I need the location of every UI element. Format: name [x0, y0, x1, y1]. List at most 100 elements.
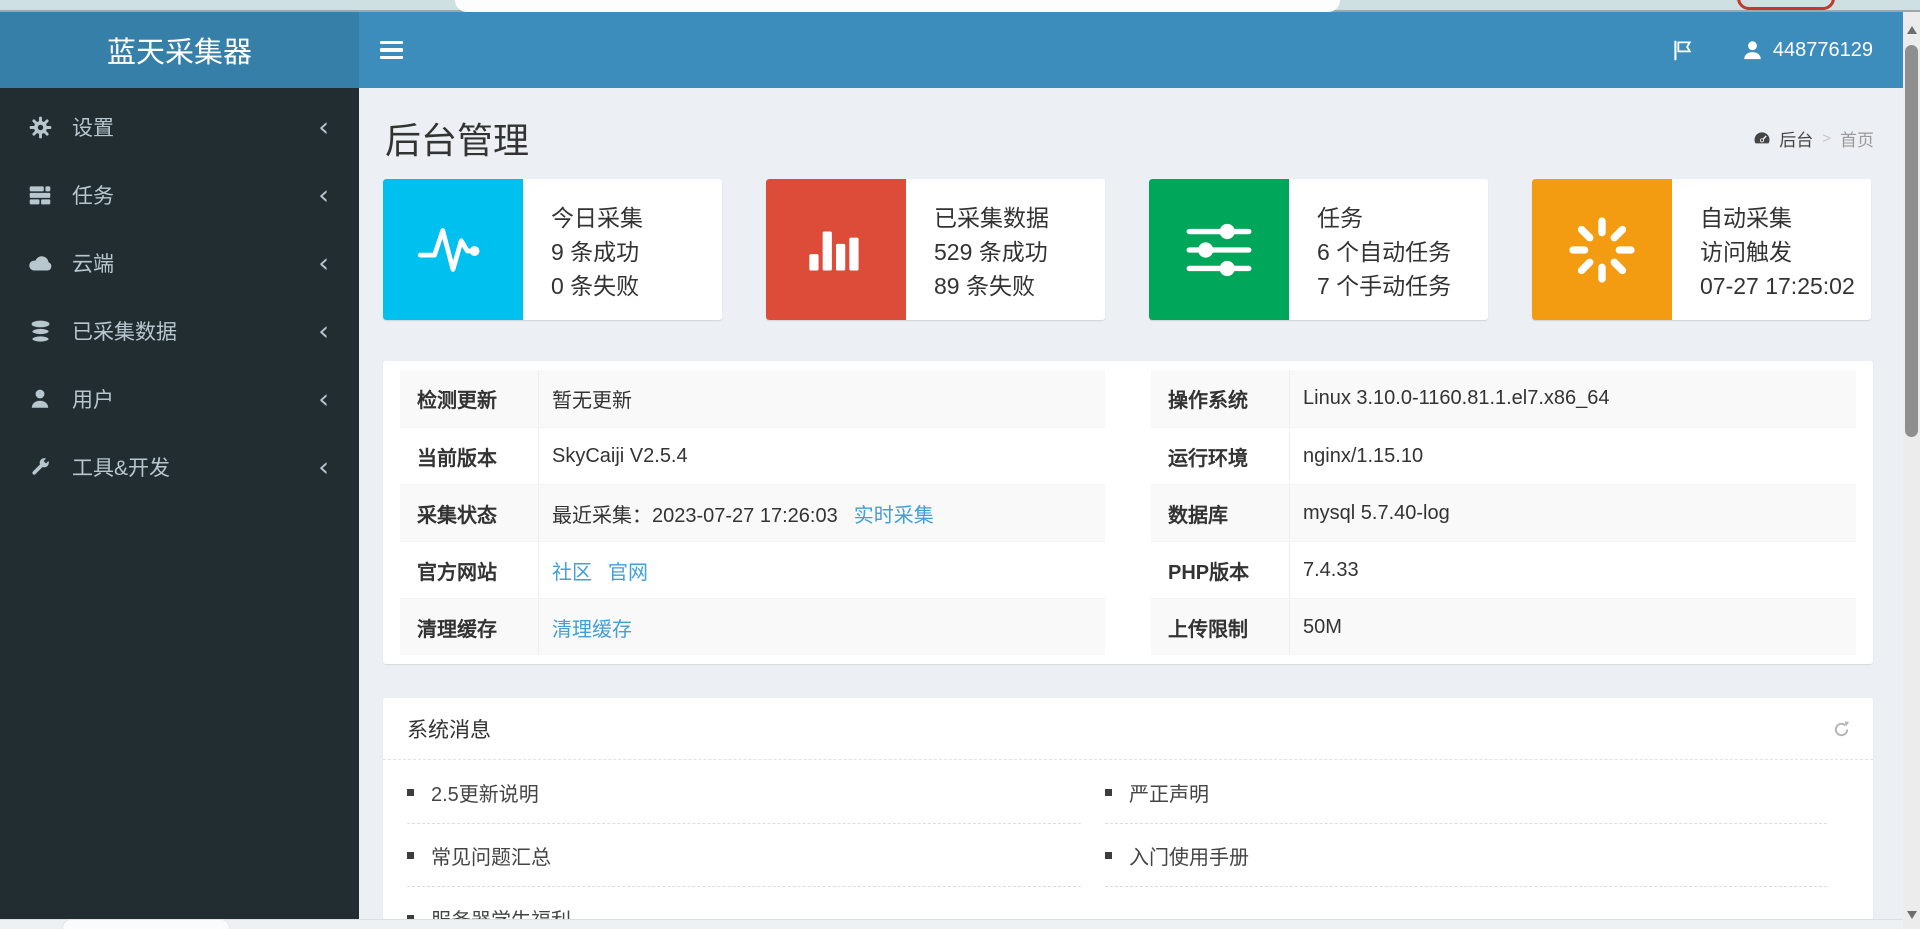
info-box-line: 89 条失败: [934, 273, 1035, 299]
info-box-title: 今日采集: [551, 205, 643, 231]
info-box-tasks: 任务 6 个自动任务 7 个手动任务: [1149, 179, 1488, 320]
info-box-line: 529 条成功: [934, 239, 1048, 265]
sidebar-item-label: 工具&开发: [72, 457, 171, 480]
sidebar-item-label: 已采集数据: [72, 321, 177, 344]
info-box-line: 07-27 17:25:02: [1700, 273, 1855, 299]
breadcrumb-root-label: 后台: [1779, 131, 1814, 150]
bottom-edge-strip: [0, 919, 1920, 929]
system-messages-panel: 系统消息 2.5更新说明 常见问题汇总 服: [383, 698, 1873, 929]
chevron-left-icon: ‹: [318, 315, 329, 347]
chevron-left-icon: ‹: [318, 111, 329, 143]
sidebar-item-label: 任务: [72, 185, 114, 208]
bullet-icon: [1105, 788, 1112, 796]
official-site-link[interactable]: 官网: [608, 556, 648, 585]
row-value: nginx/1.15.10: [1303, 444, 1424, 467]
status-table-right: 操作系统 Linux 3.10.0-1160.81.1.el7.x86_64 运…: [1151, 370, 1856, 655]
message-label: 常见问题汇总: [431, 846, 551, 869]
clear-cache-link[interactable]: 清理缓存: [552, 613, 632, 642]
message-item[interactable]: 入门使用手册: [1105, 824, 1827, 887]
row-label: 官方网站: [400, 542, 539, 598]
info-box-line: 访问触发: [1700, 239, 1792, 265]
info-box-auto-collect: 自动采集 访问触发 07-27 17:25:02: [1532, 179, 1871, 320]
sidebar-item-tasks[interactable]: 任务 ‹: [0, 161, 359, 229]
table-row: 清理缓存 清理缓存: [400, 598, 1105, 655]
row-value: SkyCaiji V2.5.4: [552, 444, 688, 467]
panel-title: 系统消息: [407, 718, 491, 742]
sidebar-item-label: 设置: [72, 117, 114, 140]
scroll-up-button[interactable]: [1903, 20, 1920, 40]
status-table-left: 检测更新 暂无更新 当前版本 SkyCaiji V2.5.4 采集状态 最近采集…: [400, 370, 1105, 655]
spinner-icon: [1532, 179, 1672, 320]
breadcrumb-root-link[interactable]: 后台: [1752, 126, 1813, 151]
info-box-line: 6 个自动任务: [1317, 239, 1452, 265]
brand-logo[interactable]: 蓝天采集器: [0, 12, 359, 88]
breadcrumb-current[interactable]: 首页: [1840, 126, 1874, 151]
record-indicator-remnant: [1737, 0, 1835, 10]
omnibox-remnant: [455, 0, 1340, 12]
info-box-title: 自动采集: [1700, 205, 1792, 231]
tasks-icon: [27, 182, 53, 208]
message-item[interactable]: 2.5更新说明: [407, 761, 1081, 824]
sidebar-item-label: 云端: [72, 253, 114, 276]
message-item[interactable]: 严正声明: [1105, 761, 1827, 824]
database-icon: [27, 319, 53, 344]
table-row: 检测更新 暂无更新: [400, 370, 1105, 427]
table-row: 操作系统 Linux 3.10.0-1160.81.1.el7.x86_64: [1151, 370, 1856, 427]
row-label: 当前版本: [400, 428, 539, 484]
row-value: 最近采集：2023-07-27 17:26:03: [552, 504, 838, 527]
realtime-collect-link[interactable]: 实时采集: [854, 499, 934, 528]
info-box-today-collect: 今日采集 9 条成功 0 条失败: [383, 179, 722, 320]
row-value: 暂无更新: [552, 390, 632, 412]
table-row: 运行环境 nginx/1.15.10: [1151, 427, 1856, 484]
table-row: 当前版本 SkyCaiji V2.5.4: [400, 427, 1105, 484]
user-id-label: 448776129: [1772, 38, 1873, 61]
sidebar-item-tools-dev[interactable]: 工具&开发 ‹: [0, 433, 359, 501]
row-label: 清理缓存: [400, 599, 539, 655]
bullet-icon: [1105, 851, 1112, 859]
sidebar-item-collected-data[interactable]: 已采集数据 ‹: [0, 297, 359, 365]
table-row: PHP版本 7.4.33: [1151, 541, 1856, 598]
scroll-thumb[interactable]: [1905, 45, 1918, 437]
row-value: mysql 5.7.40-log: [1303, 501, 1450, 524]
scrollbar[interactable]: [1903, 12, 1920, 929]
refresh-icon[interactable]: [1832, 720, 1851, 739]
flag-icon[interactable]: [1670, 38, 1695, 63]
bar-chart-icon: [766, 179, 906, 320]
table-row: 采集状态 最近采集：2023-07-27 17:26:03 实时采集: [400, 484, 1105, 541]
bottom-remnant: [62, 919, 230, 929]
page-title: 后台管理: [385, 120, 530, 161]
scroll-down-button[interactable]: [1903, 905, 1920, 925]
sidebar: 设置 ‹ 任务 ‹ 云端 ‹ 已采集数据 ‹ 用户 ‹ 工具&开发 ‹: [0, 88, 359, 929]
row-label: PHP版本: [1151, 542, 1290, 598]
system-status-panel: 检测更新 暂无更新 当前版本 SkyCaiji V2.5.4 采集状态 最近采集…: [383, 361, 1873, 664]
info-box-title: 任务: [1317, 205, 1363, 231]
pulse-icon: [383, 179, 523, 320]
message-item[interactable]: 常见问题汇总: [407, 824, 1081, 887]
sidebar-item-users[interactable]: 用户 ‹: [0, 365, 359, 433]
breadcrumb-separator: >: [1822, 130, 1831, 147]
community-link[interactable]: 社区: [552, 556, 592, 585]
row-label: 检测更新: [400, 370, 539, 427]
row-label: 数据库: [1151, 485, 1290, 541]
row-label: 操作系统: [1151, 370, 1290, 427]
chevron-left-icon: ‹: [318, 451, 329, 483]
sliders-icon: [1149, 179, 1289, 320]
gear-icon: [27, 115, 53, 140]
user-menu[interactable]: 448776129: [1741, 39, 1873, 62]
top-navbar: 蓝天采集器 448776129: [0, 12, 1903, 88]
dashboard-icon: [1752, 129, 1772, 149]
info-box-line: 9 条成功: [551, 239, 640, 265]
sidebar-item-cloud[interactable]: 云端 ‹: [0, 229, 359, 297]
chevron-left-icon: ‹: [318, 179, 329, 211]
info-box-row: 今日采集 9 条成功 0 条失败 已采集数据 529 条成功 89 条失败 任务…: [383, 179, 1871, 320]
sidebar-item-settings[interactable]: 设置 ‹: [0, 93, 359, 161]
hamburger-icon: [380, 40, 426, 45]
table-row: 官方网站 社区 官网: [400, 541, 1105, 598]
message-label: 入门使用手册: [1129, 846, 1249, 869]
row-label: 采集状态: [400, 485, 539, 541]
message-label: 严正声明: [1129, 783, 1209, 806]
row-value: Linux 3.10.0-1160.81.1.el7.x86_64: [1303, 387, 1610, 409]
message-label: 2.5更新说明: [431, 783, 539, 806]
sidebar-toggle-button[interactable]: [380, 12, 426, 88]
info-box-line: 7 个手动任务: [1317, 273, 1452, 299]
